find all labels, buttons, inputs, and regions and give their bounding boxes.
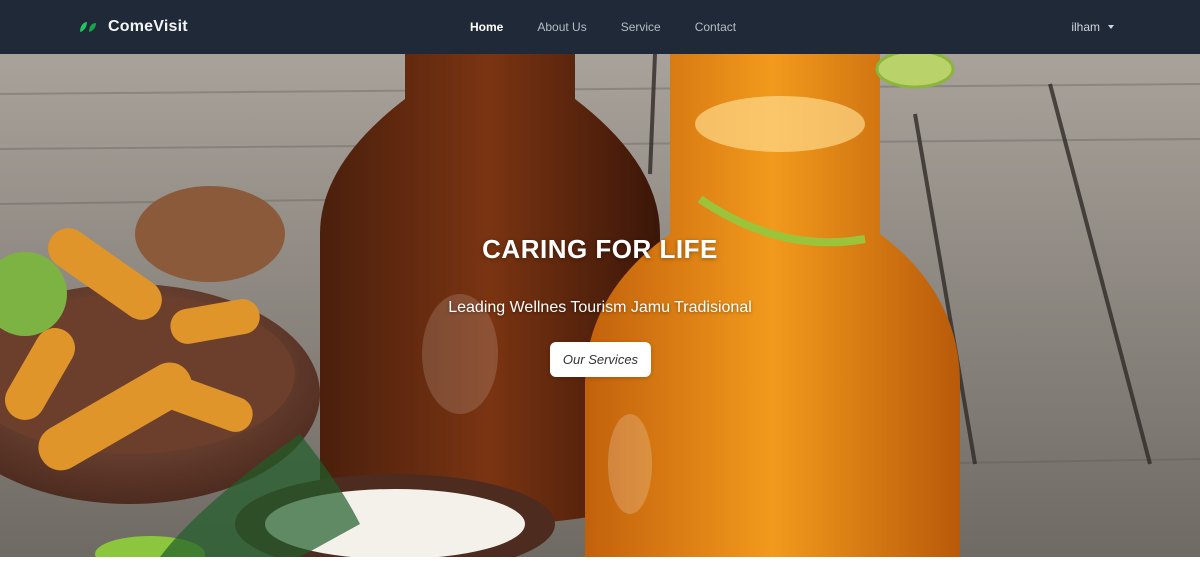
hero-subtitle: Leading Wellnes Tourism Jamu Tradisional xyxy=(448,299,752,316)
nav-item-contact[interactable]: Contact xyxy=(695,20,736,34)
main-nav: Home About Us Service Contact xyxy=(470,0,770,54)
nav-item-service[interactable]: Service xyxy=(621,20,661,34)
nav-item-about-us[interactable]: About Us xyxy=(537,20,586,34)
nav-item-home[interactable]: Home xyxy=(470,20,503,34)
caret-down-icon xyxy=(1108,25,1114,29)
brand-link[interactable]: ComeVisit xyxy=(78,0,188,54)
leaf-logo-icon xyxy=(80,22,96,32)
hero-banner: CARING FOR LIFE Leading Wellnes Tourism … xyxy=(0,54,1200,557)
brand-name: ComeVisit xyxy=(108,18,188,35)
user-menu[interactable]: ilham xyxy=(1071,0,1114,54)
user-name: ilham xyxy=(1071,20,1100,34)
hero-title: CARING FOR LIFE xyxy=(482,234,718,264)
our-services-button[interactable]: Our Services xyxy=(550,342,651,377)
page-bottom-strip xyxy=(0,557,1200,573)
hero-content: CARING FOR LIFE Leading Wellnes Tourism … xyxy=(0,54,1200,557)
top-navbar: ComeVisit Home About Us Service Contact … xyxy=(0,0,1200,54)
